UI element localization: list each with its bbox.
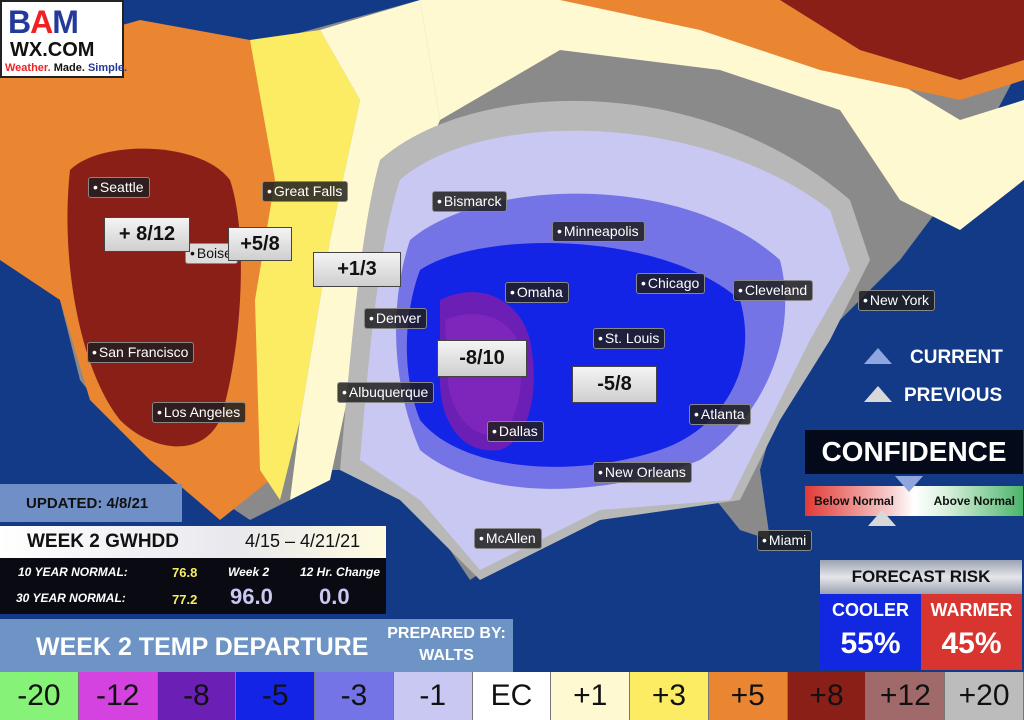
gwhdd-stats: 10 YEAR NORMAL: 76.8 Week 2 12 Hr. Chang…	[0, 558, 386, 614]
current-marker-icon	[864, 348, 892, 364]
updated-date: UPDATED: 4/8/21	[0, 484, 182, 522]
city-label-minneapolis: Minneapolis	[552, 221, 645, 242]
legend-swatch: +5	[708, 672, 788, 720]
gwhdd-header: WEEK 2 GWHDD 4/15 – 4/21/21	[0, 526, 386, 558]
legend-swatch: +8	[787, 672, 867, 720]
city-label-bismarck: Bismarck	[432, 191, 508, 212]
legend-swatch: -8	[157, 672, 237, 720]
confidence-previous-marker-icon	[868, 510, 896, 526]
city-label-atlanta: Atlanta	[689, 404, 751, 425]
confidence-current-marker-icon	[895, 476, 923, 492]
city-label-omaha: Omaha	[505, 282, 569, 303]
legend-swatch: EC	[472, 672, 552, 720]
map-title: WEEK 2 TEMP DEPARTURE	[36, 633, 369, 661]
legend-swatch: +1	[551, 672, 631, 720]
city-label-los-angeles: Los Angeles	[152, 402, 247, 423]
city-label-mcallen: McAllen	[474, 528, 542, 549]
city-label-great-falls: Great Falls	[262, 181, 349, 202]
city-label-cleveland: Cleveland	[733, 280, 814, 301]
gwhdd-title: WEEK 2 GWHDD	[27, 531, 179, 552]
prepared-by: PREPARED BY: WALTS	[387, 625, 506, 664]
legend-swatch: +12	[866, 672, 946, 720]
warmer-risk-box: WARMER 45%	[921, 594, 1022, 670]
legend-swatch: -12	[78, 672, 158, 720]
cooler-risk-value: 55%	[840, 627, 901, 660]
city-label-st-louis: St. Louis	[593, 328, 666, 349]
city-label-new-york: New York	[858, 290, 936, 311]
cooler-risk-box: COOLER 55%	[820, 594, 921, 670]
previous-legend-label: PREVIOUS	[904, 385, 1003, 406]
legend-swatch: -3	[315, 672, 394, 720]
previous-marker-icon	[864, 386, 892, 402]
bamwx-logo: BAM WX.COM Weather. Made. Simple.	[0, 0, 127, 78]
city-label-albuquerque: Albuquerque	[337, 382, 435, 403]
city-label-miami: Miami	[757, 530, 813, 551]
gwhdd-dates: 4/15 – 4/21/21	[245, 531, 361, 551]
legend-swatch: -5	[236, 672, 316, 720]
above-normal-label: Above Normal	[933, 494, 1015, 508]
current-legend-label: CURRENT	[910, 347, 1003, 368]
city-label-denver: Denver	[364, 308, 428, 329]
departure-label-southern-plains: -8/10	[437, 340, 527, 377]
city-label-new-orleans: New Orleans	[593, 462, 692, 483]
legend-swatch: -1	[393, 672, 473, 720]
footer-banner: WEEK 2 TEMP DEPARTURE PREPARED BY: WALTS	[0, 619, 513, 672]
color-legend: -20 -12 -8 -5 -3 -1 EC +1 +3 +5 +8 +12 +20	[0, 672, 1024, 720]
confidence-title: CONFIDENCE	[805, 430, 1023, 474]
city-label-san-francisco: San Francisco	[87, 342, 195, 363]
departure-label-southeast: -5/8	[572, 366, 657, 403]
departure-label-rockies: +5/8	[228, 227, 292, 261]
departure-label-west: + 8/12	[104, 217, 190, 252]
departure-label-plains: +1/3	[313, 252, 401, 287]
warmer-risk-value: 45%	[941, 627, 1002, 660]
city-label-dallas: Dallas	[487, 421, 544, 442]
forecast-risk-title: FORECAST RISK	[820, 560, 1022, 594]
below-normal-label: Below Normal	[814, 494, 895, 508]
legend-swatch: +20	[945, 672, 1024, 720]
city-label-seattle: Seattle	[88, 177, 150, 198]
city-label-chicago: Chicago	[636, 273, 706, 294]
legend-swatch: -20	[0, 672, 79, 720]
legend-swatch: +3	[630, 672, 709, 720]
